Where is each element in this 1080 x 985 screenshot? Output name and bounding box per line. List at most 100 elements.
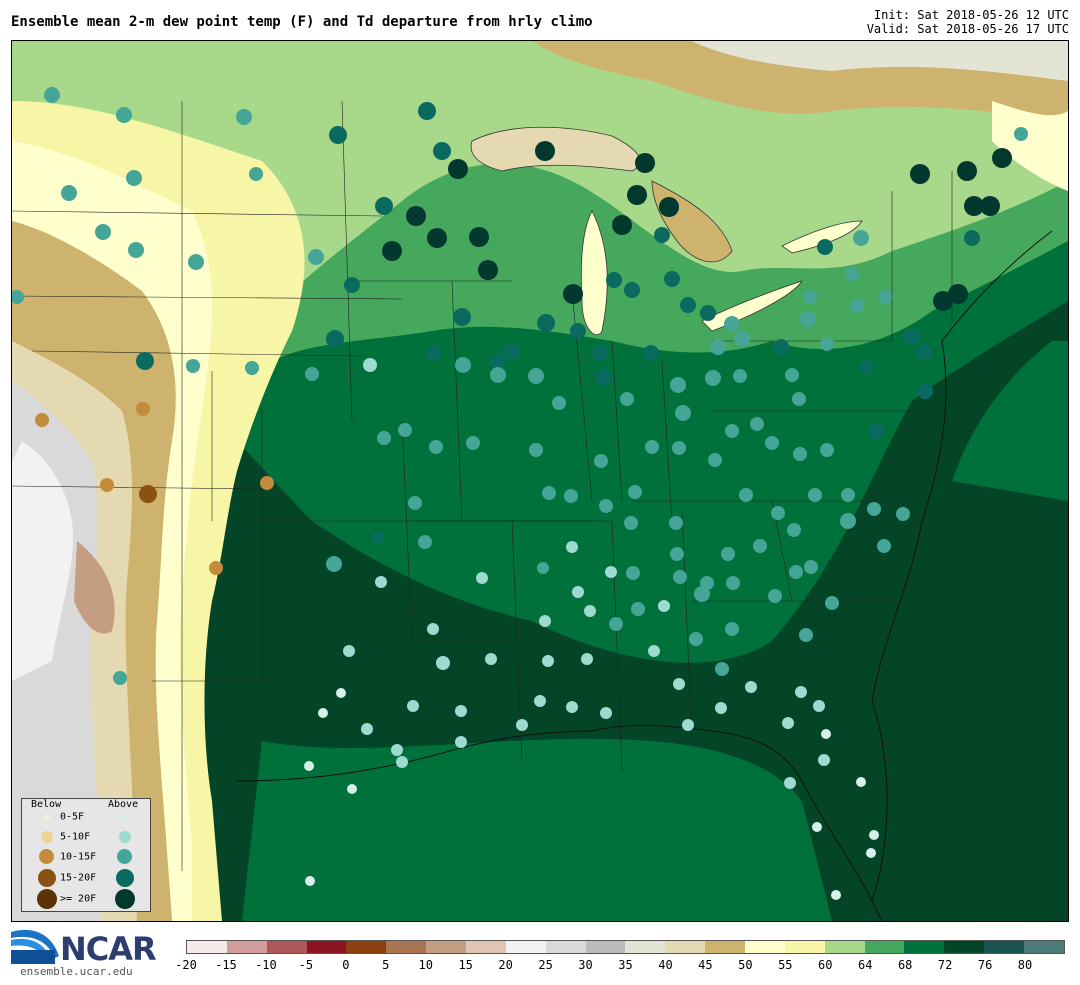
station-dot [136,352,154,370]
station-dot [343,645,355,657]
station-dot [773,339,789,355]
station-dot [398,423,412,437]
station-dot [878,290,892,304]
colorbar-swatch [904,941,945,953]
station-dot [841,488,855,502]
colorbar-swatch [266,941,307,953]
departure-legend: Below Above 0-5F 5-10F 10-15F 15-20F >= … [21,798,151,912]
dewpoint-map [12,41,1068,921]
station-dot [600,707,612,719]
station-dot [800,311,816,327]
station-dot [808,488,822,502]
station-dot [787,523,801,537]
station-dot [771,506,785,520]
station-dot [799,628,813,642]
station-dot [347,784,357,794]
colorbar-tick-label: 80 [1017,958,1033,972]
station-dot [534,695,546,707]
station-dot [689,632,703,646]
station-dot [721,547,735,561]
legend-below-dot [41,831,53,843]
station-dot [631,602,645,616]
station-dot [868,423,884,439]
legend-below-dot [38,869,56,887]
station-dot [336,688,346,698]
station-dot [606,272,622,288]
station-dot [329,126,347,144]
station-dot [485,653,497,665]
station-dot [673,570,687,584]
station-dot [455,736,467,748]
legend-above-dot [115,889,135,909]
legend-row-label: >= 20F [60,893,97,905]
station-dot [726,576,740,590]
legend-above-dot [117,849,132,864]
colorbar-tick-label: 76 [977,958,993,972]
station-dot [825,596,839,610]
station-dot [725,622,739,636]
station-dot [635,153,655,173]
colorbar-swatch [346,941,387,953]
station-dot [734,331,750,347]
station-dot [948,284,968,304]
colorbar-swatch [625,941,666,953]
station-dot [113,671,127,685]
station-dot [570,323,586,339]
station-dot [715,702,727,714]
station-dot [478,260,498,280]
colorbar-swatch [386,941,427,953]
station-dot [566,541,578,553]
station-dot [542,655,554,667]
station-dot [427,623,439,635]
station-dot [427,228,447,248]
station-dot [433,142,451,160]
station-dot [670,377,686,393]
legend-below-dot [44,814,50,820]
station-dot [375,576,387,588]
station-dot [139,485,157,503]
station-dot [429,440,443,454]
station-dot [957,161,977,181]
station-dot [594,454,608,468]
station-dot [658,600,670,612]
legend-below-dot [37,889,57,909]
map-title: Ensemble mean 2-m dew point temp (F) and… [11,14,593,30]
station-dot [753,539,767,553]
station-dot [877,539,891,553]
station-dot [466,436,480,450]
station-dot [768,589,782,603]
station-dot [694,586,710,602]
colorbar-tick-label: -15 [215,958,237,972]
colorbar-swatch [705,941,746,953]
station-dot [61,185,77,201]
station-dot [566,701,578,713]
station-dot [564,489,578,503]
station-dot [992,148,1012,168]
legend-row-label: 5-10F [60,831,91,843]
station-dot [490,353,506,369]
colorbar-tick-label: -5 [298,958,314,972]
station-dot [455,357,471,373]
legend-above-dot [122,814,128,820]
station-dot [563,284,583,304]
station-dot [188,254,204,270]
station-dot [372,531,384,543]
ncar-logo-text: NCAR [60,930,157,968]
colorbar-tick-label: 30 [578,958,593,972]
colorbar-tick-label: 64 [857,958,873,972]
legend-row-label: 10-15F [60,851,97,863]
station-dot [537,562,549,574]
station-dot [326,556,342,572]
station-dot [136,402,150,416]
station-dot [592,345,608,361]
station-dot [308,249,324,265]
station-dot [126,170,142,186]
legend-row: >= 20F [22,889,150,909]
legend-row: 0-5F [22,807,150,827]
station-dot [469,227,489,247]
station-dot [382,241,402,261]
colorbar-tick-label: 10 [418,958,433,972]
station-dot [418,535,432,549]
station-dot [850,299,864,313]
station-dot [528,368,544,384]
